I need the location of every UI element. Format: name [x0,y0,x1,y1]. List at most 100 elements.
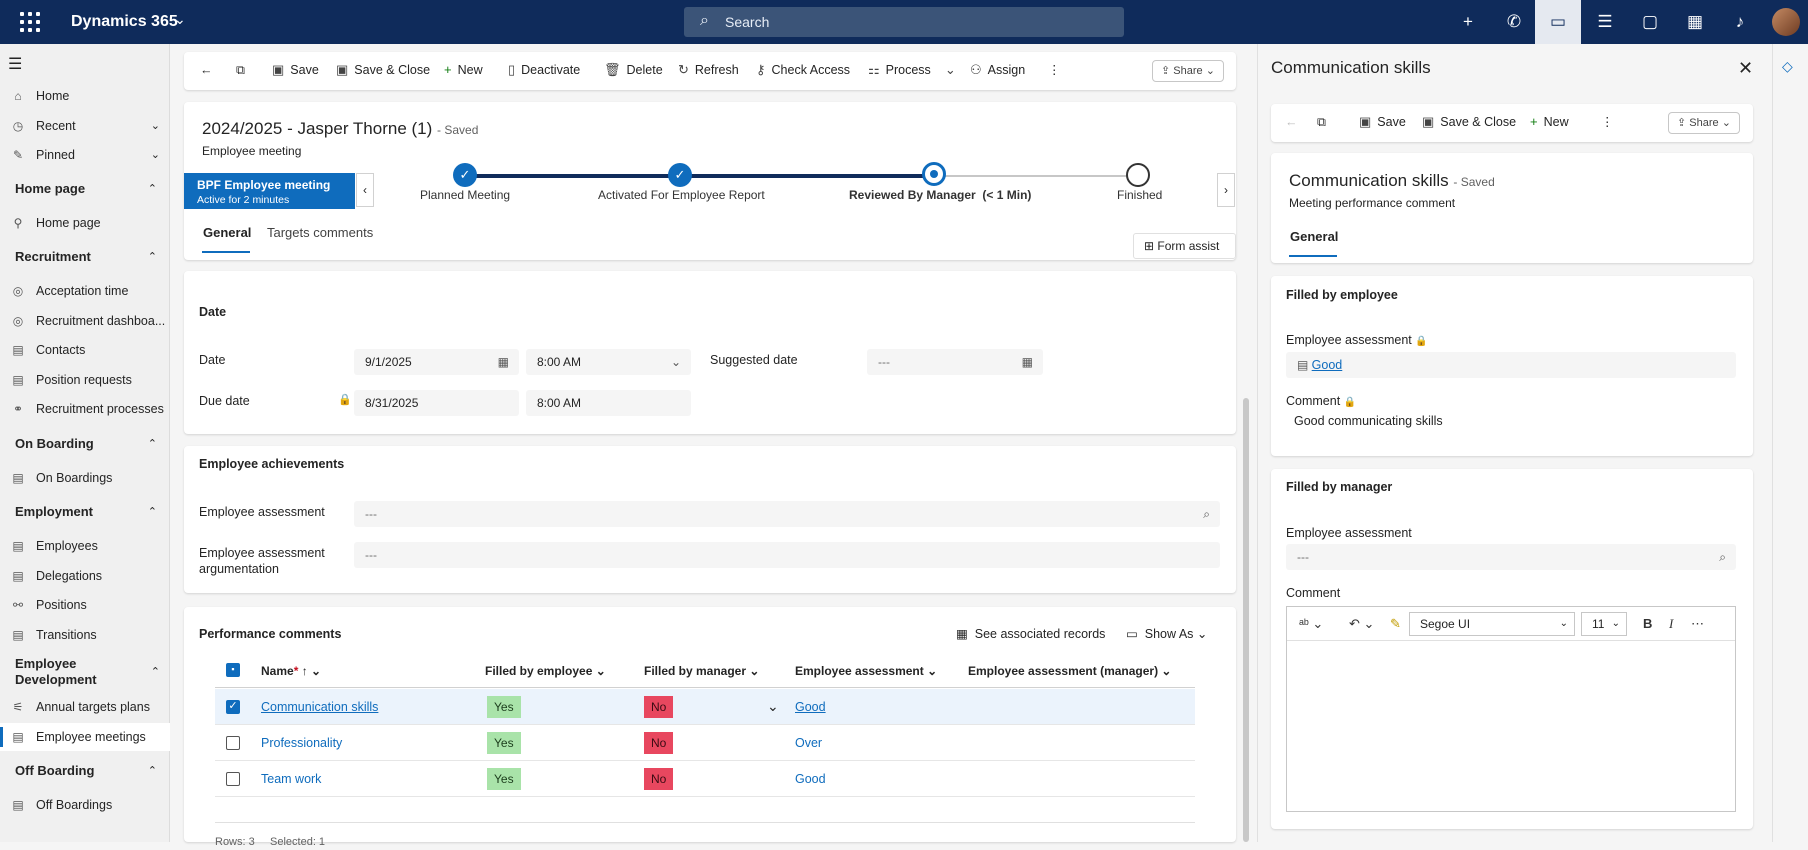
nav-item-position-requests[interactable]: ▤ Position requests [0,366,170,394]
phone-icon[interactable]: ✆ [1491,0,1537,44]
calendar-icon[interactable]: ▦ [498,349,509,375]
search-box[interactable]: ⌕ Search [684,7,1124,37]
bpf-stage-done-icon[interactable]: ✓ [668,163,692,187]
panel-tab-general[interactable]: General [1290,229,1338,244]
nav-item-delegations[interactable]: ▤ Delegations [0,562,170,590]
nav-item-annual-targets-plans[interactable]: ⚟ Annual targets plans [0,693,170,721]
more-icon[interactable]: ⋯ [1691,616,1704,632]
nav-item-contacts[interactable]: ▤ Contacts [0,336,170,364]
panel-save-button[interactable]: ▣ Save [1359,104,1406,140]
select-all-checkbox[interactable]: ▪ [226,663,240,677]
manager-assessment-lookup[interactable]: --- ⌕ [1286,544,1736,570]
delete-button[interactable]: 🗑 Delete [604,52,663,88]
app-launcher-icon[interactable] [20,12,40,32]
assessment-link[interactable]: Good [795,772,826,786]
nav-item-recruitment-processes[interactable]: ⚭ Recruitment processes [0,395,170,423]
save-button[interactable]: ▣ Save [272,52,319,88]
bpf-prev-button[interactable]: ‹ [356,173,374,207]
search-icon[interactable]: ⌕ [1719,544,1726,570]
column-filled-by-employee[interactable]: Filled by employee ⌄ [485,664,606,678]
app-name[interactable]: Dynamics 365 [71,13,178,31]
main-scrollbar[interactable] [1243,398,1249,842]
highlighter-icon[interactable]: ✎ [1390,616,1401,632]
chevron-down-icon[interactable]: ⌄ [671,349,681,375]
chevron-up-icon[interactable]: ⌃ [148,763,157,779]
bpf-stage-current-icon[interactable] [922,162,946,186]
nav-item-off-boardings[interactable]: ▤ Off Boardings [0,791,170,819]
nav-recent[interactable]: ◷ Recent ⌄ [0,112,170,140]
panel-save-close-button[interactable]: ▣ Save & Close [1422,104,1516,140]
open-new-window-icon[interactable]: ⧉ [1317,104,1326,140]
notes-icon[interactable]: ▢ [1627,0,1673,44]
plus-icon[interactable]: + [1445,0,1491,44]
column-name[interactable]: Name* ↑ ⌄ [261,664,321,678]
time-select[interactable]: 8:00 AM ⌄ [526,349,691,375]
font-size-select[interactable]: 11 ⌄ [1581,612,1627,636]
nav-item-positions[interactable]: ⚯ Positions [0,591,170,619]
open-new-window-icon[interactable]: ⧉ [236,52,245,88]
tab-general[interactable]: General [203,225,251,240]
copilot-icon[interactable]: ◇ [1782,58,1793,74]
row-name-link[interactable]: Communication skills [261,700,378,714]
task-list-icon[interactable]: ☰ [1582,0,1628,44]
panel-new-button[interactable]: + New [1530,104,1569,140]
chevron-down-icon[interactable]: ⌄ [151,141,160,169]
nav-section-employee-development[interactable]: Employee Development [15,656,115,688]
nav-section-on-boarding[interactable]: On Boarding ⌃ [15,436,165,452]
tab-targets-comments[interactable]: Targets comments [267,225,373,240]
check-access-button[interactable]: ⚷ Check Access [756,52,850,88]
calendar-icon[interactable]: ▦ [1022,349,1033,375]
deactivate-button[interactable]: ▯ Deactivate [508,52,580,88]
nav-home[interactable]: ⌂ Home [0,82,170,110]
font-color-icon[interactable]: ᵃᵇ ⌄ [1299,616,1323,632]
font-family-select[interactable]: Segoe UI ⌄ [1409,612,1575,636]
bpf-stage-done-icon[interactable]: ✓ [453,163,477,187]
assessment-link[interactable]: Over [795,736,822,750]
undo-icon[interactable]: ↶ ⌄ [1349,616,1374,632]
table-row[interactable] [215,761,1195,797]
assessment-link[interactable]: Good [795,700,826,714]
column-filled-by-manager[interactable]: Filled by manager ⌄ [644,664,759,678]
search-input[interactable]: Search [725,14,769,30]
chevron-up-icon[interactable]: ⌃ [148,504,157,520]
new-button[interactable]: + New [444,52,483,88]
bpf-active-stage[interactable]: BPF Employee meeting Active for 2 minute… [184,173,355,209]
column-employee-assessment[interactable]: Employee assessment ⌄ [795,664,937,678]
rich-text-editor[interactable]: ᵃᵇ ⌄ ↶ ⌄ ✎ Segoe UI ⌄ 11 ⌄ B I ⋯ [1286,606,1736,812]
nav-section-off-boarding[interactable]: Off Boarding ⌃ [15,763,165,779]
nav-item-employee-meetings[interactable]: ▤ Employee meetings [0,723,170,751]
nav-item-employees[interactable]: ▤ Employees [0,532,170,560]
row-checkbox[interactable]: ✓ [226,700,240,714]
suggested-date-input[interactable]: --- ▦ [867,349,1043,375]
back-icon[interactable]: ← [1285,104,1298,140]
form-assist-button[interactable]: ⊞ Form assist [1133,233,1236,259]
chevron-up-icon[interactable]: ⌃ [148,436,157,452]
row-checkbox[interactable] [226,736,240,750]
back-icon[interactable]: ← [200,52,213,88]
row-name-link[interactable]: Team work [261,772,321,786]
more-commands-icon[interactable]: ⋮ [1601,104,1614,140]
nav-item-acceptation-time[interactable]: ◎ Acceptation time [0,277,170,305]
bpf-stage-todo-icon[interactable] [1126,163,1150,187]
italic-icon[interactable]: I [1669,616,1673,632]
bpf-next-button[interactable]: › [1217,173,1235,207]
chat-icon[interactable]: ▭ [1535,0,1581,44]
nav-item-home-page[interactable]: ⚲ Home page [0,209,170,237]
nav-item-on-boardings[interactable]: ▤ On Boardings [0,464,170,492]
search-icon[interactable]: ⌕ [1203,501,1210,527]
chevron-down-icon[interactable]: ⌄ [151,112,160,140]
date-input[interactable]: 9/1/2025 ▦ [354,349,519,375]
hamburger-icon[interactable]: ☰ [8,54,22,74]
bold-icon[interactable]: B [1643,616,1652,631]
share-button[interactable]: ⇪ Share ⌄ [1152,60,1224,82]
table-row[interactable] [215,725,1195,761]
column-employee-assessment-manager[interactable]: Employee assessment (manager) ⌄ [968,664,1171,678]
row-name-link[interactable]: Professionality [261,736,342,750]
assign-button[interactable]: ⚇ Assign [970,52,1025,88]
row-checkbox[interactable] [226,772,240,786]
nav-section-home-page[interactable]: Home page ⌃ [15,181,165,197]
panel-share-button[interactable]: ⇪ Share ⌄ [1668,112,1740,134]
argumentation-input[interactable]: --- [354,542,1220,568]
employee-assessment-lookup[interactable]: --- ⌕ [354,501,1220,527]
chevron-down-icon[interactable]: ⌄ [767,698,779,714]
